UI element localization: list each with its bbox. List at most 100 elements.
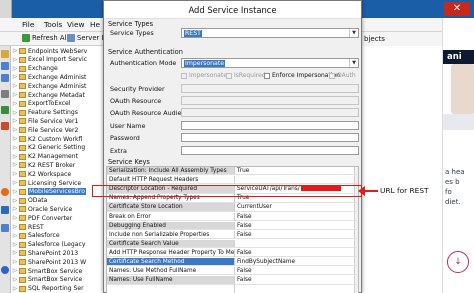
service-key-row[interactable]: Default HTTP Request Headers [107, 176, 357, 185]
menu-tools[interactable]: Tools [44, 20, 62, 29]
tree-item[interactable]: ▷ PDF Converter [11, 214, 110, 222]
tree-item[interactable]: ▷ SharePoint 2013 W [11, 258, 110, 266]
expand-icon[interactable]: ▷ [11, 48, 19, 54]
security-provider-input[interactable] [181, 84, 359, 93]
tree-item[interactable]: ▷ Oracle Service [11, 205, 110, 213]
app-icon[interactable] [1, 74, 9, 82]
tree-item[interactable]: ▷ Exchange Administ [11, 82, 110, 90]
tree-item[interactable]: ▷ Salesforce (Legacy [11, 241, 110, 249]
expand-icon[interactable]: ▷ [11, 171, 19, 177]
service-key-row[interactable]: Names: Use FullName False [107, 276, 357, 285]
folder-icon[interactable] [1, 50, 9, 58]
is-required-checkbox[interactable]: IsRequired [226, 72, 266, 79]
expand-icon[interactable]: ▷ [11, 74, 19, 80]
service-key-row[interactable]: Certificate Store Location CurrentUser [107, 203, 357, 212]
tree-item[interactable]: ▷ OData [11, 197, 110, 205]
service-key-value[interactable]: False [235, 213, 357, 221]
tree-item[interactable]: ▷ Exchange [11, 65, 110, 73]
service-key-row[interactable]: Break on Error False [107, 212, 357, 221]
server-button[interactable]: Server P [67, 34, 106, 42]
tree-item[interactable]: ▷ K2 Management [11, 153, 110, 161]
tree-item[interactable]: ▷ Exchange Metadat [11, 91, 110, 99]
service-key-row[interactable]: Debugging Enabled False [107, 221, 357, 230]
tree-item[interactable]: ▷ SQL Reporting Ser [11, 285, 110, 293]
ad-arrow-icon[interactable]: ↓ [447, 251, 469, 273]
user-name-input[interactable] [181, 121, 359, 130]
oauth-resource-input[interactable] [181, 96, 359, 105]
expand-icon[interactable]: ▷ [11, 286, 19, 292]
password-input[interactable] [181, 133, 359, 142]
app-icon[interactable] [1, 90, 9, 98]
service-key-value[interactable]: False [235, 231, 357, 240]
expand-icon[interactable]: ▷ [11, 66, 19, 72]
service-key-value[interactable]: False [235, 276, 357, 285]
expand-icon[interactable]: ▷ [11, 189, 19, 195]
expand-icon[interactable]: ▷ [11, 259, 19, 265]
expand-icon[interactable]: ▷ [11, 57, 19, 63]
tree-item[interactable]: ▷ File Service Ver1 [11, 117, 110, 125]
expand-icon[interactable]: ▷ [11, 215, 19, 221]
service-key-row[interactable]: Names: Use Method FullName False [107, 267, 357, 276]
tree-item[interactable]: ▷ Salesforce [11, 232, 110, 240]
menu-view[interactable]: View [67, 20, 85, 29]
expand-icon[interactable]: ▷ [11, 92, 19, 98]
expand-icon[interactable]: ▷ [11, 242, 19, 248]
tree-item[interactable]: ▷ SharePoint 2013 [11, 249, 110, 257]
menu-file[interactable]: File [22, 20, 34, 29]
tree-item[interactable]: ▷ K2 REST Broker [11, 161, 110, 169]
tree-item[interactable]: ▷ SmartBox Service [11, 276, 110, 284]
service-types-select[interactable]: REST ▼ [181, 28, 359, 38]
service-key-value[interactable] [235, 240, 357, 249]
service-key-row[interactable]: Certificate Search Value [107, 239, 357, 249]
service-key-value[interactable] [235, 285, 357, 293]
app-icon[interactable] [1, 224, 9, 232]
app-icon[interactable] [1, 106, 9, 114]
expand-icon[interactable]: ▷ [11, 136, 19, 142]
expand-icon[interactable]: ▷ [11, 118, 19, 124]
expand-icon[interactable]: ▷ [11, 233, 19, 239]
expand-icon[interactable]: ▷ [11, 101, 19, 107]
tree-item[interactable]: ▷ REST [11, 223, 110, 231]
impersonate-checkbox[interactable]: Impersonate [181, 72, 227, 79]
service-key-value[interactable]: False [235, 249, 357, 258]
service-key-row[interactable]: Add HTTP Response Header Property To Met… [107, 248, 357, 258]
service-key-value[interactable]: False [235, 222, 357, 230]
expand-icon[interactable]: ▷ [11, 224, 19, 230]
authentication-mode-select[interactable]: Impersonate ▼ [181, 58, 359, 68]
menu-help[interactable]: He [90, 20, 100, 29]
expand-icon[interactable]: ▷ [11, 110, 19, 116]
service-key-value[interactable]: False [235, 267, 357, 276]
firefox-icon[interactable] [1, 188, 9, 196]
expand-icon[interactable]: ▷ [11, 127, 19, 133]
refresh-all-button[interactable]: Refresh All [22, 34, 68, 42]
app-icon[interactable] [1, 206, 9, 214]
tree-item[interactable]: ▷ ExportToExcel [11, 100, 110, 108]
expand-icon[interactable]: ▷ [11, 145, 19, 151]
service-key-value[interactable]: CurrentUser [235, 203, 357, 212]
expand-icon[interactable]: ▷ [11, 180, 19, 186]
tree-item[interactable]: ▷ Feature Settings [11, 109, 110, 117]
service-key-row[interactable]: Include non Serializable Properties False [107, 230, 357, 240]
oauth-resource-audience-input[interactable] [181, 108, 359, 117]
app-icon[interactable] [1, 62, 9, 70]
expand-icon[interactable]: ▷ [11, 198, 19, 204]
app-icon[interactable] [1, 122, 9, 130]
service-key-value[interactable]: FindBySubjectName [235, 258, 357, 267]
tree-item[interactable]: ▷ File Service Ver2 [11, 126, 110, 134]
expand-icon[interactable]: ▷ [11, 162, 19, 168]
expand-icon[interactable]: ▷ [11, 250, 19, 256]
expand-icon[interactable]: ▷ [11, 206, 19, 212]
tree-item[interactable]: ▷ Exchange Administ [11, 73, 110, 81]
tree-item[interactable]: ▷ K2 Custom Workfl [11, 135, 110, 143]
oauth-checkbox[interactable]: OAuth [329, 72, 356, 79]
service-key-value[interactable] [235, 176, 357, 185]
extra-input[interactable] [181, 146, 359, 155]
service-key-row[interactable]: Certificate Search Method FindBySubjectNa… [107, 258, 357, 267]
tree-item[interactable]: ▷ Excel Import Servic [11, 56, 110, 64]
expand-icon[interactable]: ▷ [11, 83, 19, 89]
close-window-button[interactable]: ✕ [444, 2, 470, 16]
tree-item[interactable]: ▷ K2 Workspace [11, 170, 110, 178]
tree-item[interactable]: ▷ SmartBox Service [11, 267, 110, 275]
service-key-row[interactable] [107, 285, 357, 293]
objects-tab[interactable]: bjects [360, 32, 442, 46]
